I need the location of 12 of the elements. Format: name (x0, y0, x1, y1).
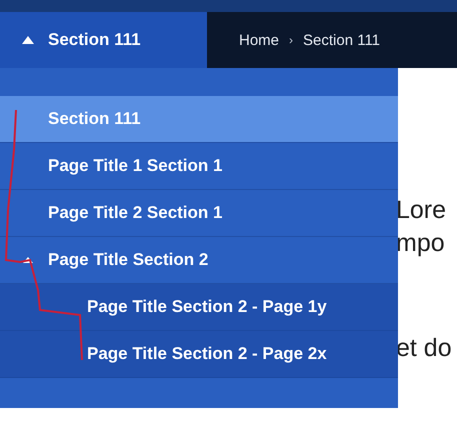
body-text: et do (396, 333, 453, 363)
breadcrumb-link[interactable]: Home (239, 32, 280, 48)
submenu-item[interactable]: Page Title Section 2 - Page 1y (0, 284, 398, 331)
breadcrumb-separator: › (289, 33, 294, 47)
submenu-item[interactable]: Page Title Section 2 - Page 2x (0, 331, 398, 378)
caret-icon (23, 257, 33, 263)
menu-item[interactable]: Page Title 1 Section 1 (0, 143, 398, 190)
menu-item[interactable]: Page Title 2 Section 1 (0, 190, 398, 237)
breadcrumb-link[interactable]: Section 111 (303, 32, 380, 48)
body-text: Lore (396, 195, 448, 225)
section-header[interactable]: Section 111 (0, 12, 207, 68)
body-text: mpo (396, 228, 446, 258)
